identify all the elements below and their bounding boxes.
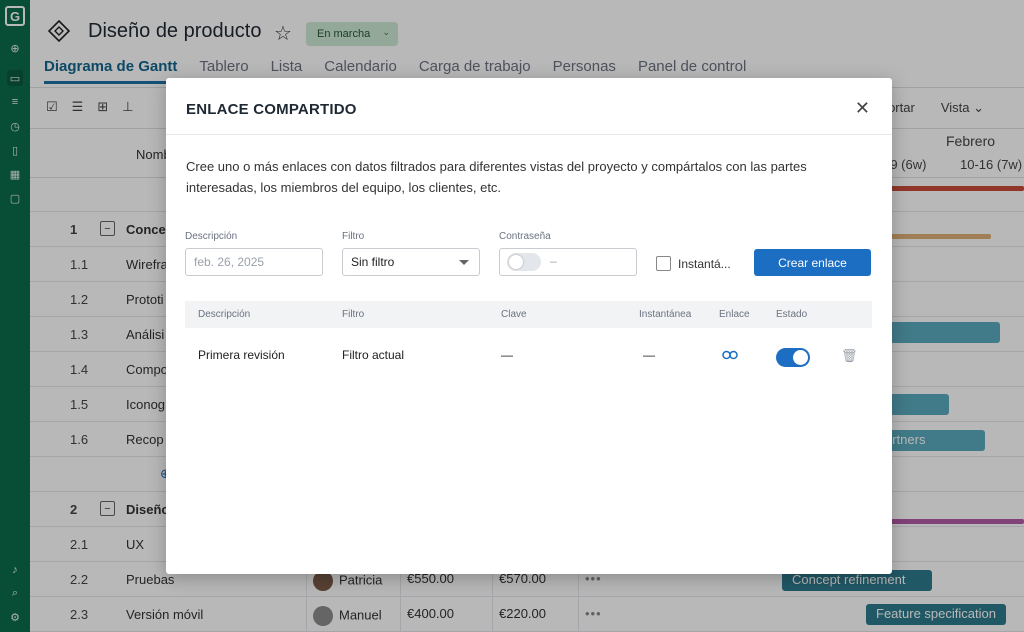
description-input[interactable]: feb. 26, 2025	[185, 248, 323, 276]
dialog-divider	[166, 134, 892, 135]
description-label: Descripción	[185, 231, 238, 242]
column-header: Filtro	[342, 309, 365, 320]
column-header: Enlace	[719, 309, 750, 320]
password-toggle[interactable]	[507, 253, 541, 271]
password-field[interactable]: –	[499, 248, 637, 276]
filter-value: Sin filtro	[351, 255, 395, 269]
dialog-description: Cree uno o más enlaces con datos filtrad…	[186, 159, 807, 195]
password-label: Contraseña	[499, 231, 551, 242]
link-row: Primera revisión Filtro actual — — 🗑	[185, 340, 872, 370]
column-header: Instantánea	[639, 309, 692, 320]
column-header: Estado	[776, 309, 808, 320]
link-description: Primera revisión	[198, 348, 285, 362]
status-toggle[interactable]	[776, 348, 810, 367]
shared-link-dialog: ENLACE COMPARTIDO ✕ Cree uno o más enlac…	[166, 78, 892, 574]
link-icon[interactable]	[722, 348, 738, 363]
link-key: —	[501, 348, 513, 362]
create-link-button[interactable]: Crear enlace	[754, 249, 871, 276]
column-header: Descripción	[198, 309, 251, 320]
close-icon[interactable]: ✕	[855, 98, 870, 119]
snapshot-checkbox[interactable]	[656, 256, 671, 271]
dialog-title: ENLACE COMPARTIDO	[186, 101, 357, 118]
column-header: Clave	[501, 309, 527, 320]
snapshot-label: Instantá...	[678, 257, 731, 271]
password-value: –	[550, 254, 557, 268]
link-filter: Filtro actual	[342, 348, 405, 362]
caret-down-icon	[459, 260, 469, 265]
filter-label: Filtro	[342, 231, 365, 242]
filter-select[interactable]: Sin filtro	[342, 248, 480, 276]
link-snapshot: —	[643, 348, 655, 362]
links-table-header: Descripción Filtro Clave Instantánea Enl…	[185, 301, 872, 328]
trash-icon[interactable]: 🗑	[841, 348, 858, 364]
